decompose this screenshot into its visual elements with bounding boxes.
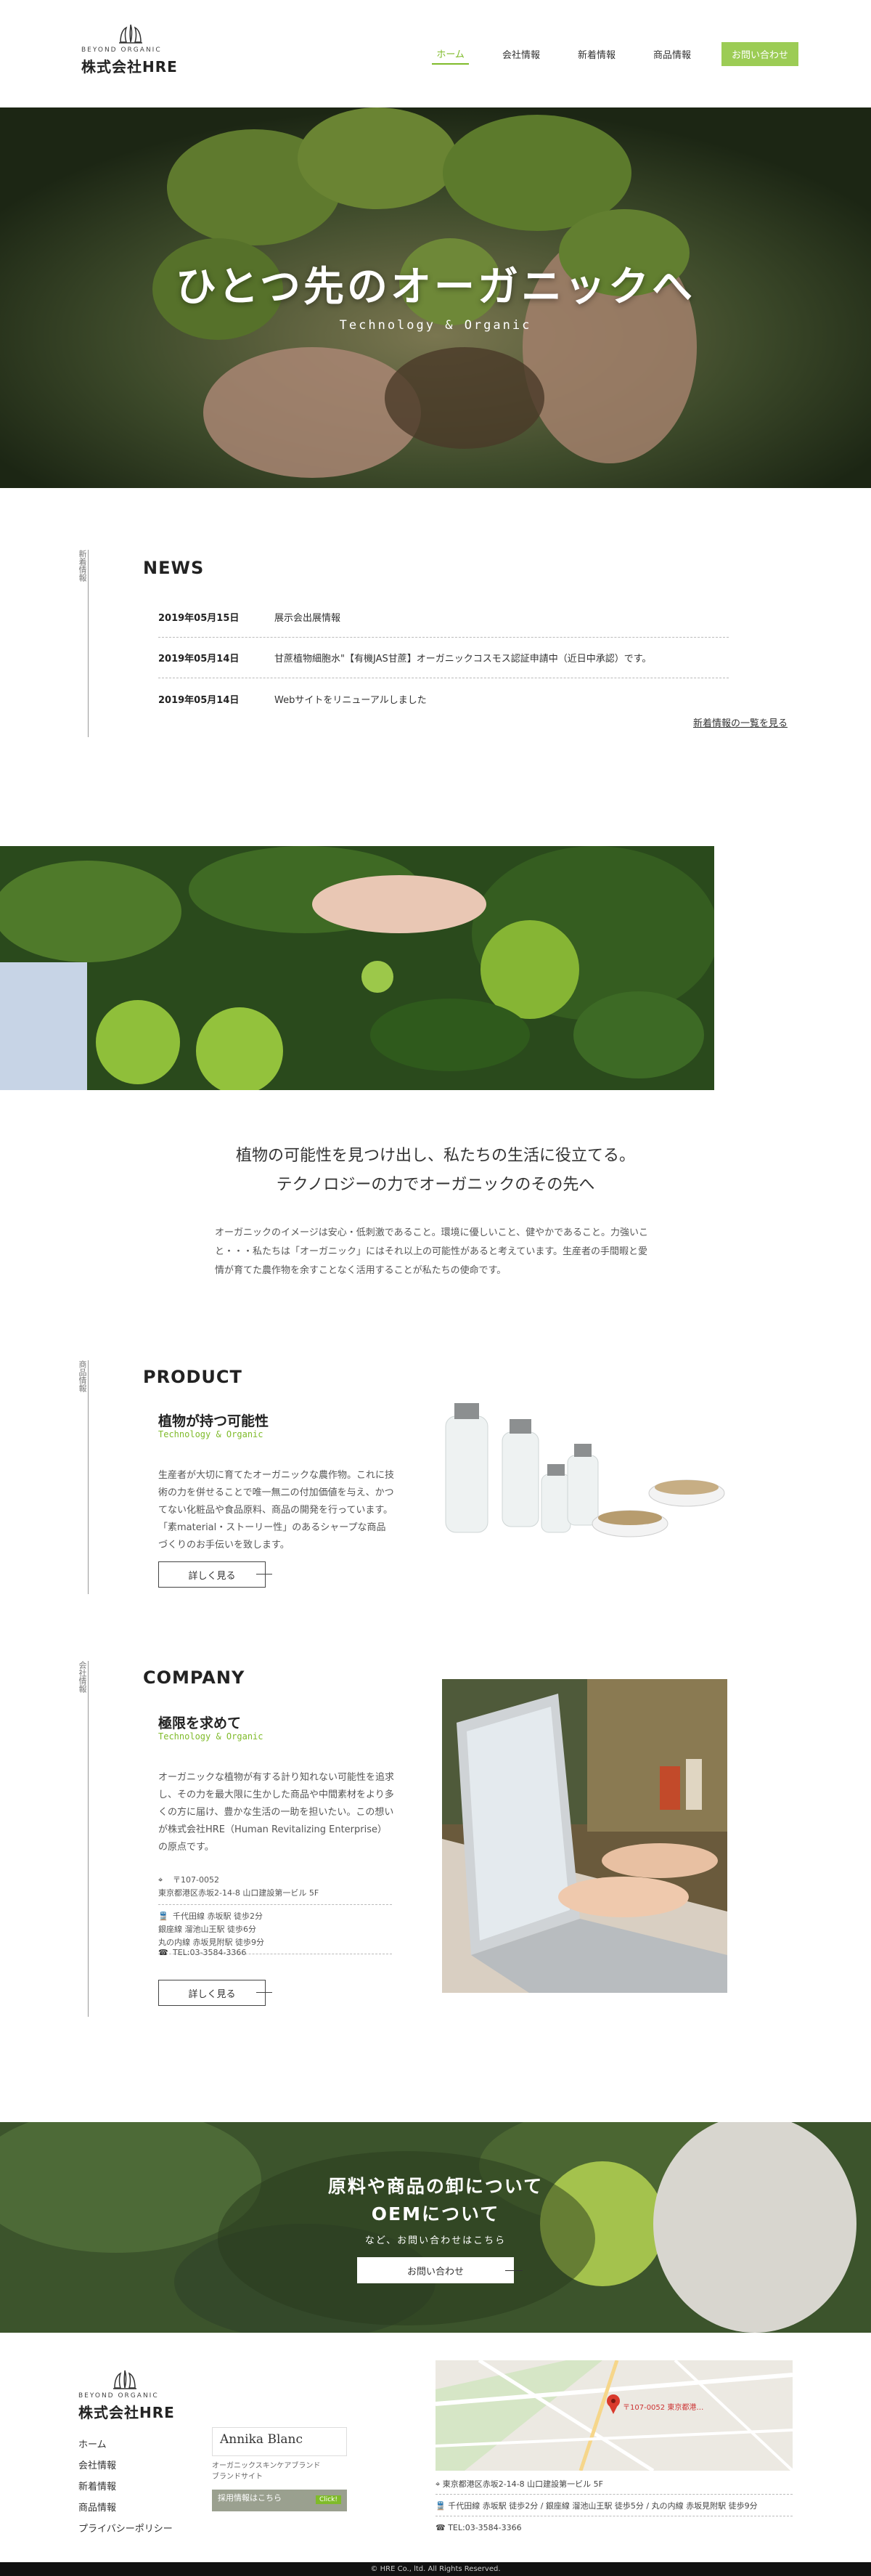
brand-name: Annika Blanc bbox=[220, 2432, 303, 2447]
product-body: 生産者が大切に育てたオーガニックな農作物。これに技術の力を併せることで唯一無二の… bbox=[158, 1470, 395, 1551]
footer-nav: ホーム 会社情報 新着情報 商品情報 プライバシーポリシー bbox=[78, 2434, 173, 2540]
main-nav: ホーム 会社情報 新着情報 商品情報 お問い合わせ bbox=[403, 42, 798, 66]
nav-contact-button[interactable]: お問い合わせ bbox=[721, 42, 798, 66]
leaf-logo-icon bbox=[119, 24, 142, 44]
news-item-title: 展示会出展情報 bbox=[274, 613, 341, 624]
news-item-title: Webサイトをリニューアルしました bbox=[274, 694, 427, 706]
recruit-click-tag: Click! bbox=[315, 2495, 341, 2504]
footer-logo-name: 株式会社HRE bbox=[78, 2404, 175, 2421]
intro-heading: 植物の可能性を見つけ出し、私たちの生活に役立てる。 テクノロジーの力でオーガニッ… bbox=[235, 1147, 635, 1194]
news-item[interactable]: 2019年05月15日 展示会出展情報 bbox=[158, 597, 729, 638]
footer-link-products[interactable]: 商品情報 bbox=[78, 2498, 173, 2519]
nav-item-home[interactable]: ホーム bbox=[432, 44, 469, 65]
product-side-label: 商品情報 bbox=[78, 1360, 89, 1594]
news-side-label: 新着情報 bbox=[78, 550, 89, 737]
leaf-logo-icon bbox=[113, 2370, 136, 2389]
company-heading-en: Technology & Organic bbox=[158, 1731, 263, 1742]
footer-access: 🚆 千代田線 赤坂駅 徒歩2分 / 銀座線 溜池山王駅 徒歩5分 / 丸の内線 … bbox=[436, 2497, 793, 2516]
news-title: NEWS bbox=[143, 558, 205, 578]
arrow-icon bbox=[505, 2270, 523, 2271]
nav-item-products[interactable]: 商品情報 bbox=[649, 44, 695, 64]
company-more-button[interactable]: 詳しく見る bbox=[158, 1980, 272, 2006]
footer-link-news[interactable]: 新着情報 bbox=[78, 2477, 173, 2498]
footer-logo[interactable]: BEYOND ORGANIC 株式会社HRE bbox=[78, 2369, 187, 2422]
footer-logo-tagline: BEYOND ORGANIC bbox=[78, 2392, 159, 2400]
news-date: 2019年05月14日 bbox=[158, 654, 240, 665]
brand-description: オーガニックスキンケアブランド ブランドサイト bbox=[212, 2462, 321, 2481]
news-date: 2019年05月14日 bbox=[158, 694, 240, 706]
phone-icon: ☎ bbox=[158, 1948, 168, 1957]
map-pin-icon: ⌖ bbox=[436, 2479, 443, 2489]
site-logo[interactable]: BEYOND ORGANIC 株式会社HRE bbox=[81, 23, 190, 76]
news-list: 2019年05月15日 展示会出展情報 2019年05月14日 甘蔗植物細胞水"… bbox=[158, 597, 729, 719]
intro-body: オーガニックのイメージは安心・低刺激であること。環境に優しいこと、健やかであるこ… bbox=[215, 1227, 648, 1276]
arrow-icon bbox=[256, 1574, 272, 1575]
news-item[interactable]: 2019年05月14日 甘蔗植物細胞水"【有機JAS甘蔗】オーガニックコスモス認… bbox=[158, 638, 729, 678]
phone-icon: ☎ bbox=[436, 2523, 449, 2532]
news-more-link[interactable]: 新着情報の一覧を見る bbox=[693, 715, 788, 729]
news-item[interactable]: 2019年05月14日 Webサイトをリニューアルしました bbox=[158, 678, 729, 719]
news-date: 2019年05月15日 bbox=[158, 613, 240, 624]
cta-contact-button[interactable]: お問い合わせ bbox=[357, 2257, 523, 2283]
map-pin-icon: ⌖ bbox=[158, 1875, 163, 1885]
citrus-tree-image bbox=[0, 846, 714, 1090]
footer-link-privacy[interactable]: プライバシーポリシー bbox=[78, 2519, 173, 2540]
cta-title: 原料や商品の卸について OEMについて bbox=[327, 2176, 544, 2224]
brand-site-banner[interactable]: Annika Blanc bbox=[212, 2427, 347, 2456]
cta-subtitle: など、お問い合わせはこちら bbox=[364, 2235, 507, 2246]
footer-address: ⌖ 東京都港区赤坂2-14-8 山口建設第一ビル 5F bbox=[436, 2475, 793, 2495]
map-pin-label: 〒107-0052 東京都港… bbox=[623, 2404, 704, 2412]
footer-link-home[interactable]: ホーム bbox=[78, 2434, 173, 2455]
company-body: オーガニックな植物が有する計り知れない可能性を追求し、その力を最大限に生かした商… bbox=[158, 1772, 395, 1853]
product-bottles-image bbox=[440, 1394, 730, 1554]
company-laptop-image bbox=[442, 1679, 727, 1993]
hero-section: ひとつ先のオーガニックへ Technology & Organic bbox=[0, 107, 871, 488]
train-icon: 🚆 bbox=[436, 2501, 449, 2511]
nav-item-company[interactable]: 会社情報 bbox=[498, 44, 544, 64]
company-tel: ☎ TEL:03-3584-3366 bbox=[158, 1946, 392, 1964]
logo-tagline: BEYOND ORGANIC bbox=[81, 46, 162, 54]
news-item-title: 甘蔗植物細胞水"【有機JAS甘蔗】オーガニックコスモス認証申請中（近日中承認）で… bbox=[274, 654, 652, 665]
recruit-banner[interactable]: 採用情報はこちら Click! bbox=[212, 2490, 347, 2511]
product-more-button[interactable]: 詳しく見る bbox=[158, 1561, 272, 1588]
product-title: PRODUCT bbox=[143, 1367, 242, 1387]
cta-banner: 原料や商品の卸について OEMについて など、お問い合わせはこちら お問い合わせ bbox=[0, 2122, 871, 2333]
company-side-label: 会社情報 bbox=[78, 1661, 89, 2017]
footer-tel: ☎ TEL:03-3584-3366 bbox=[436, 2523, 522, 2532]
nav-item-news[interactable]: 新着情報 bbox=[573, 44, 620, 64]
access-map[interactable]: 〒107-0052 東京都港… bbox=[436, 2360, 793, 2471]
copyright: © HRE Co., ltd. All Rights Reserved. bbox=[0, 2562, 871, 2576]
arrow-icon bbox=[256, 1992, 272, 1993]
product-heading: 植物が持つ可能性 bbox=[158, 1413, 269, 1429]
hero-title: ひとつ先のオーガニックへ bbox=[175, 264, 696, 311]
footer-brand-block: Annika Blanc オーガニックスキンケアブランド ブランドサイト 採用情… bbox=[212, 2427, 350, 2511]
hero-subtitle: Technology & Organic bbox=[339, 318, 532, 333]
logo-company-name: 株式会社HRE bbox=[81, 58, 178, 76]
train-icon: 🚆 bbox=[158, 1911, 168, 1921]
company-heading: 極限を求めて bbox=[158, 1715, 242, 1731]
site-header: BEYOND ORGANIC 株式会社HRE ホーム 会社情報 新着情報 商品情… bbox=[0, 0, 871, 107]
company-title: COMPANY bbox=[143, 1667, 245, 1688]
footer-link-company[interactable]: 会社情報 bbox=[78, 2455, 173, 2477]
product-heading-en: Technology & Organic bbox=[158, 1429, 263, 1439]
